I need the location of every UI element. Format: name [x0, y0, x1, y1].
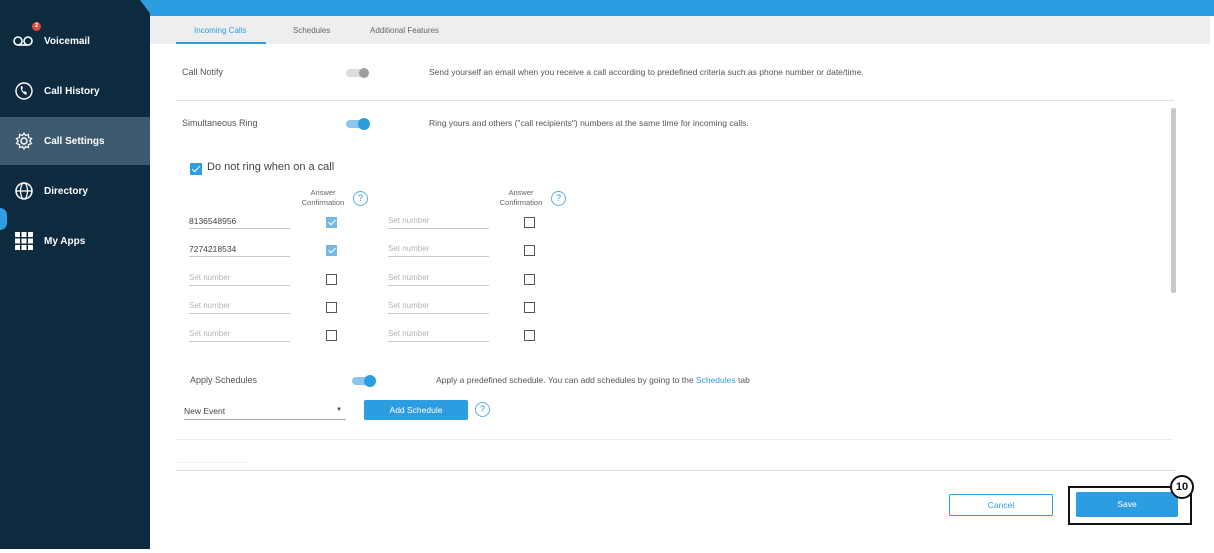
sidebar-item-label: Voicemail [44, 35, 90, 47]
phone-number-input[interactable]: Set number [388, 301, 489, 314]
voicemail-icon [12, 29, 36, 53]
answer-confirmation-checkbox[interactable] [326, 245, 337, 256]
answer-confirmation-checkbox[interactable] [326, 302, 337, 313]
help-icon[interactable]: ? [551, 191, 566, 206]
gear-icon [12, 129, 36, 153]
answer-confirmation-header: Answer Confirmation [293, 188, 353, 208]
schedules-tab-link[interactable]: Schedules [696, 375, 736, 385]
bottom-edge [0, 549, 1214, 553]
phone-number-input[interactable]: Set number [388, 244, 489, 257]
call-history-icon [12, 79, 36, 103]
phone-number-input[interactable]: Set number [388, 216, 489, 229]
simultaneous-ring-toggle[interactable] [346, 118, 370, 130]
apply-schedules-toggle[interactable] [352, 375, 376, 387]
sidebar-collapse-handle[interactable] [0, 208, 7, 230]
answer-confirmation-checkbox[interactable] [326, 330, 337, 341]
phone-number-input[interactable]: Set number [189, 273, 290, 286]
schedule-select-value: New Event [184, 406, 226, 416]
sidebar-item-label: Call Settings [44, 135, 105, 147]
call-notify-label: Call Notify [182, 67, 224, 77]
step-callout-badge: 10 [1170, 475, 1194, 499]
divider [176, 470, 1176, 471]
help-icon[interactable]: ? [475, 402, 490, 417]
divider [176, 100, 1174, 101]
sidebar-item-voicemail[interactable]: 2 Voicemail [0, 17, 150, 65]
simultaneous-ring-label: Simultaneous Ring [182, 118, 258, 128]
description-text: tab [735, 375, 750, 385]
scrollbar[interactable] [1171, 108, 1176, 293]
phone-number-input[interactable]: Set number [189, 301, 290, 314]
cancel-button[interactable]: Cancel [949, 494, 1053, 516]
sidebar-item-label: Call History [44, 85, 100, 97]
sidebar-item-my-apps[interactable]: My Apps [0, 217, 150, 265]
phone-number-input[interactable]: Set number [388, 273, 489, 286]
apply-schedules-description: Apply a predefined schedule. You can add… [436, 375, 750, 385]
tab-bar: Incoming Calls Schedules Additional Feat… [150, 16, 1210, 44]
sidebar-item-label: Directory [44, 185, 88, 197]
sidebar-item-directory[interactable]: Directory [0, 167, 150, 215]
toggle-knob [359, 68, 369, 78]
sidebar-item-call-history[interactable]: Call History [0, 67, 150, 115]
toggle-knob [364, 375, 376, 387]
sidebar-item-call-settings[interactable]: Call Settings [0, 117, 150, 165]
header-line: Answer [310, 188, 336, 197]
tab-additional-features[interactable]: Additional Features [370, 26, 439, 35]
phone-number-input[interactable]: Set number [388, 329, 489, 342]
voicemail-count-badge: 2 [32, 22, 41, 31]
active-tab-indicator [176, 42, 266, 44]
tab-incoming-calls[interactable]: Incoming Calls [194, 26, 246, 35]
answer-confirmation-checkbox[interactable] [326, 217, 337, 228]
simultaneous-ring-description: Ring yours and others ("call recipients"… [429, 118, 749, 128]
answer-confirmation-checkbox[interactable] [524, 302, 535, 313]
do-not-ring-label: Do not ring when on a call [207, 161, 335, 173]
globe-icon [12, 179, 36, 203]
do-not-ring-checkbox[interactable] [190, 163, 202, 175]
phone-number-input[interactable]: 8136548956 [189, 216, 290, 229]
divider [176, 439, 1172, 440]
header-line: Confirmation [301, 198, 345, 207]
answer-confirmation-checkbox[interactable] [524, 274, 535, 285]
toggle-knob [358, 118, 370, 130]
call-notify-toggle[interactable] [346, 68, 369, 78]
phone-number-input[interactable]: Set number [189, 329, 290, 342]
sidebar-item-label: My Apps [44, 235, 86, 247]
apply-schedules-label: Apply Schedules [190, 375, 258, 385]
schedule-select[interactable]: New Event ▼ [184, 406, 346, 420]
tab-schedules[interactable]: Schedules [293, 26, 330, 35]
chevron-down-icon: ▼ [336, 407, 342, 413]
header-line: Answer [508, 188, 534, 197]
header-corner [140, 0, 152, 16]
apps-grid-icon [12, 229, 36, 253]
divider [178, 462, 248, 463]
call-notify-description: Send yourself an email when you receive … [429, 67, 864, 77]
answer-confirmation-checkbox[interactable] [326, 274, 337, 285]
help-icon[interactable]: ? [353, 191, 368, 206]
answer-confirmation-checkbox[interactable] [524, 245, 535, 256]
answer-confirmation-checkbox[interactable] [524, 330, 535, 341]
add-schedule-button[interactable]: Add Schedule [364, 400, 468, 420]
header-bar [150, 0, 1214, 16]
sidebar: 2 Voicemail Call History Call Settings D… [0, 0, 150, 549]
description-text: Apply a predefined schedule. You can add… [436, 375, 696, 385]
answer-confirmation-header: Answer Confirmation [491, 188, 551, 208]
header-line: Confirmation [499, 198, 543, 207]
phone-number-input[interactable]: 7274218534 [189, 244, 290, 257]
answer-confirmation-checkbox[interactable] [524, 217, 535, 228]
